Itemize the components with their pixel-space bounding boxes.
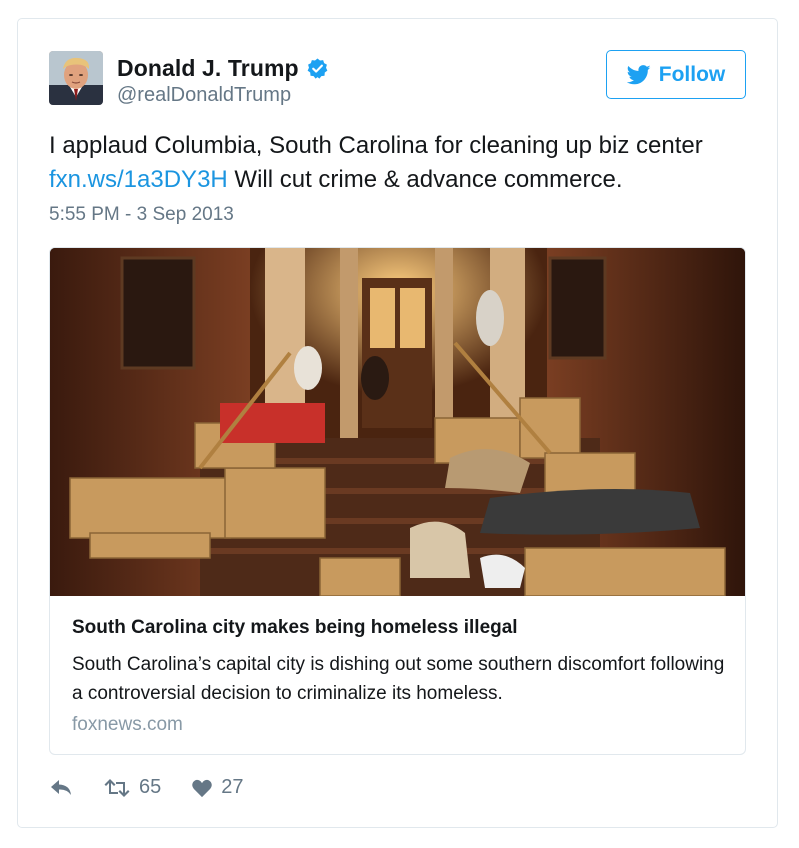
link-card-description: South Carolina’s capital city is dishing… <box>72 654 725 704</box>
follow-button[interactable]: Follow <box>606 50 746 99</box>
reply-button[interactable] <box>49 778 73 798</box>
tweet-text-part-2: Will cut crime & advance commerce. <box>227 166 623 193</box>
retweet-button[interactable]: 65 <box>103 776 161 799</box>
tweet-actions: 65 27 <box>49 776 244 799</box>
display-name[interactable]: Donald J. Trump <box>117 55 299 82</box>
like-button[interactable]: 27 <box>191 776 244 799</box>
heart-icon <box>191 778 213 798</box>
twitter-bird-icon <box>626 64 651 85</box>
link-card-title[interactable]: South Carolina city makes being homeless… <box>72 617 518 639</box>
display-name-row: Donald J. Trump <box>117 55 329 82</box>
avatar[interactable] <box>49 51 103 105</box>
follow-button-label: Follow <box>658 62 726 86</box>
link-card-image[interactable] <box>50 248 745 596</box>
tweet-link[interactable]: fxn.ws/1a3DY3H <box>49 166 228 193</box>
link-card[interactable]: South Carolina city makes being homeless… <box>49 247 746 755</box>
retweet-icon <box>103 778 131 798</box>
tweet-text: I applaud Columbia, South Carolina for c… <box>49 129 749 197</box>
link-card-domain: foxnews.com <box>72 714 183 735</box>
tweet-text-part-1: I applaud Columbia, South Carolina for c… <box>49 132 703 159</box>
retweet-count: 65 <box>139 776 162 798</box>
tweet-card: Donald J. Trump @realDonaldTrump Follow … <box>17 18 778 828</box>
tweet-timestamp[interactable]: 5:55 PM - 3 Sep 2013 <box>49 204 234 226</box>
verified-badge-icon <box>306 57 329 80</box>
reply-icon <box>49 778 73 798</box>
user-handle[interactable]: @realDonaldTrump <box>117 84 291 107</box>
like-count: 27 <box>221 776 244 798</box>
